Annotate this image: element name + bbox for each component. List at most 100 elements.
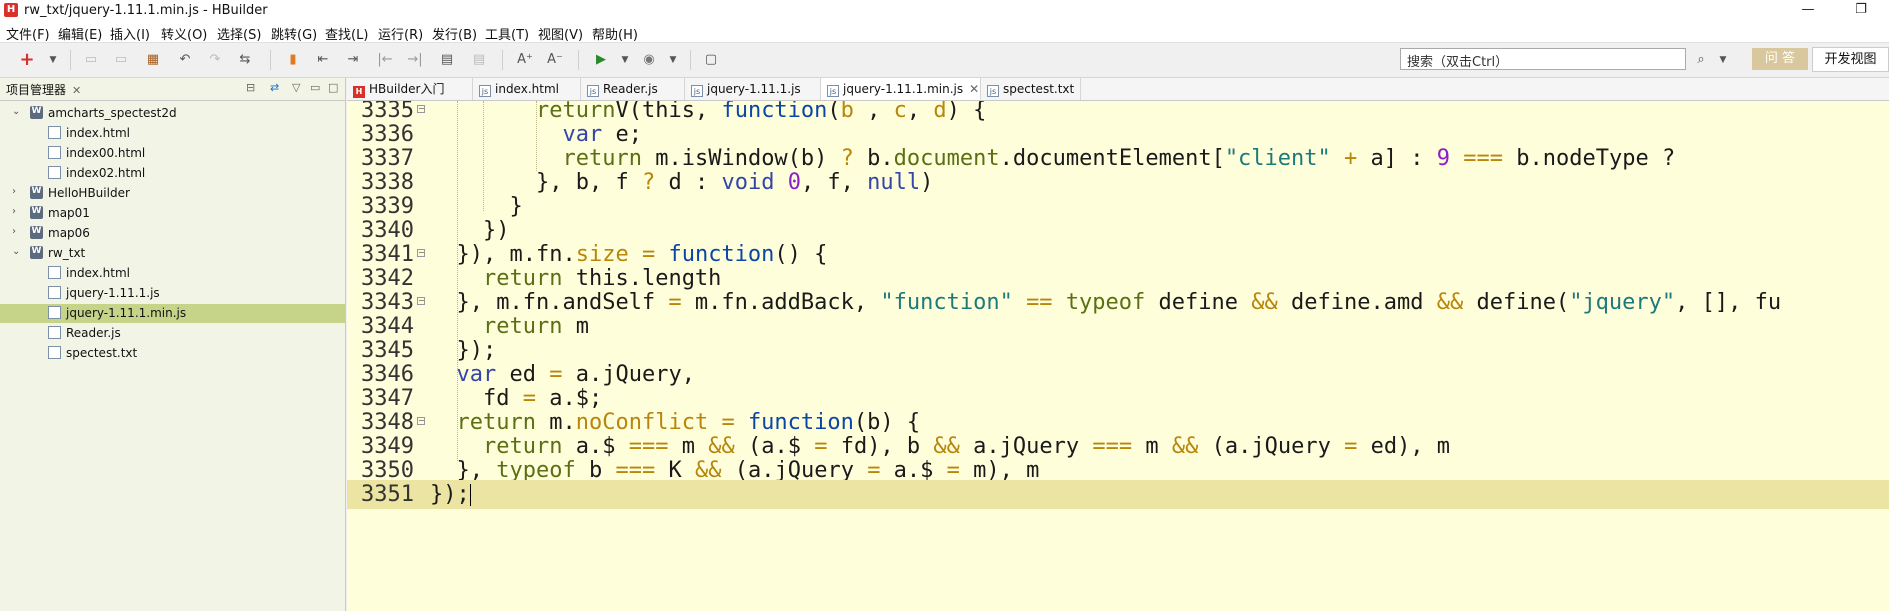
tree-file-item[interactable]: Reader.js: [0, 324, 345, 343]
close-icon[interactable]: ✕: [72, 84, 81, 97]
menu-goto[interactable]: 跳转(G): [271, 24, 317, 43]
chevron-down-icon[interactable]: ⌄: [12, 246, 22, 257]
view-menu-icon[interactable]: ▽: [292, 81, 300, 94]
menu-run[interactable]: 运行(R): [378, 24, 423, 43]
comment-icon[interactable]: ▤: [438, 51, 456, 69]
menu-escape[interactable]: 转义(O): [161, 24, 207, 43]
chevron-right-icon[interactable]: ›: [12, 186, 22, 197]
tree-item-label: spectest.txt: [66, 346, 138, 360]
editor-tab[interactable]: js index.html: [473, 78, 581, 100]
tree-file-item[interactable]: jquery-1.11.1.min.js: [0, 304, 345, 323]
chevron-down-icon[interactable]: ⌄: [12, 106, 22, 117]
fold-toggle-icon[interactable]: −: [417, 297, 425, 305]
tree-project-item[interactable]: › Wmap01: [0, 204, 345, 223]
editor-tab[interactable]: js Reader.js: [581, 78, 685, 100]
menu-tools[interactable]: 工具(T): [485, 24, 529, 43]
save-icon[interactable]: ▭: [82, 51, 100, 69]
tree-project-item[interactable]: ⌄ Wrw_txt: [0, 244, 345, 263]
tree-file-item[interactable]: index02.html: [0, 164, 345, 183]
indent-guide: [456, 101, 458, 461]
menu-file[interactable]: 文件(F): [6, 24, 50, 43]
toolbar-divider: [578, 50, 579, 70]
jump-end-icon[interactable]: →|: [406, 51, 424, 69]
feedback-icon[interactable]: ▢: [702, 51, 720, 69]
tree-item-label: map01: [48, 206, 90, 220]
toolbar-divider: [270, 50, 271, 70]
undo-icon[interactable]: ↶: [176, 51, 194, 69]
jump-start-icon[interactable]: |←: [376, 51, 394, 69]
font-increase-icon[interactable]: A⁺: [516, 51, 534, 69]
fold-toggle-icon[interactable]: −: [417, 249, 425, 257]
redo-icon[interactable]: ↷: [206, 51, 224, 69]
tree-project-item[interactable]: ⌄ Wamcharts_spectest2d: [0, 104, 345, 123]
tree-item-label: amcharts_spectest2d: [48, 106, 177, 120]
title-bar: H rw_txt/jquery-1.11.1.min.js - HBuilder…: [0, 0, 1889, 22]
collapse-all-icon[interactable]: ⊟: [246, 81, 255, 94]
maximize-panel-icon[interactable]: □: [328, 81, 338, 94]
font-decrease-icon[interactable]: A⁻: [546, 51, 564, 69]
maximize-button[interactable]: ❐: [1838, 0, 1884, 22]
minimize-panel-icon[interactable]: ▭: [310, 81, 320, 94]
fold-toggle-icon[interactable]: −: [417, 105, 425, 113]
search-dropdown-icon[interactable]: ▼: [1714, 51, 1732, 69]
menu-select[interactable]: 选择(S): [217, 24, 261, 43]
editor-tab[interactable]: js jquery-1.11.1.min.js ✕: [821, 78, 981, 100]
editor-tab[interactable]: js spectest.txt: [981, 78, 1081, 100]
tree-file-item[interactable]: index00.html: [0, 144, 345, 163]
next-bookmark-icon[interactable]: ⇥: [344, 51, 362, 69]
menu-help[interactable]: 帮助(H): [592, 24, 638, 43]
project-folder-icon: W: [30, 246, 43, 259]
tree-item-label: index00.html: [66, 146, 146, 160]
tree-project-item[interactable]: › Wmap06: [0, 224, 345, 243]
file-icon: js: [587, 85, 599, 97]
tree-item-label: jquery-1.11.1.js: [66, 286, 160, 300]
save-all-icon[interactable]: ▭: [112, 51, 130, 69]
menu-insert[interactable]: 插入(I): [110, 24, 150, 43]
editor-tab-label: Reader.js: [603, 82, 658, 96]
chevron-right-icon[interactable]: ›: [12, 206, 22, 217]
uncomment-icon[interactable]: ▤: [470, 51, 488, 69]
editor-tab[interactable]: js jquery-1.11.1.js: [685, 78, 821, 100]
file-icon: [48, 266, 61, 279]
tree-file-item[interactable]: jquery-1.11.1.js: [0, 284, 345, 303]
qa-button[interactable]: 问 答: [1752, 48, 1808, 70]
search-input[interactable]: 搜索（双击Ctrl）: [1400, 48, 1686, 70]
run-icon[interactable]: ▶: [592, 51, 610, 69]
tree-file-item[interactable]: index.html: [0, 124, 345, 143]
menu-edit[interactable]: 编辑(E): [58, 24, 102, 43]
editor-tab-label: index.html: [495, 82, 559, 96]
menu-publish[interactable]: 发行(B): [432, 24, 477, 43]
menu-bar: 文件(F) 编辑(E) 插入(I) 转义(O) 选择(S) 跳转(G) 查找(L…: [0, 22, 1889, 43]
browser-dropdown-icon[interactable]: ▼: [664, 51, 682, 69]
code-editor[interactable]: 3335− returnV(this, function(b , c, d) {3…: [347, 101, 1889, 611]
browser-icon[interactable]: ◉: [640, 51, 658, 69]
editor-tab-label: HBuilder入门: [369, 82, 445, 96]
search-icon[interactable]: ⌕: [1692, 51, 1710, 69]
prev-bookmark-icon[interactable]: ⇤: [314, 51, 332, 69]
hbuilder-logo-icon: H: [4, 3, 18, 17]
fold-toggle-icon[interactable]: −: [417, 417, 425, 425]
file-icon: [48, 346, 61, 359]
run-dropdown-icon[interactable]: ▼: [616, 51, 634, 69]
tree-file-item[interactable]: spectest.txt: [0, 344, 345, 363]
editor-tab[interactable]: H HBuilder入门: [347, 78, 473, 100]
window-title: rw_txt/jquery-1.11.1.min.js - HBuilder: [24, 3, 268, 18]
word-wrap-icon[interactable]: ⇆: [236, 51, 254, 69]
minimize-button[interactable]: —: [1785, 0, 1831, 22]
bookmark-icon[interactable]: ▮: [284, 51, 302, 69]
tree-project-item[interactable]: › W HelloHBuilder: [0, 184, 345, 203]
link-editor-icon[interactable]: ⇄: [270, 81, 279, 94]
project-manager-tab[interactable]: 项目管理器 ✕: [6, 81, 81, 101]
new-dropdown-icon[interactable]: ▼: [44, 51, 62, 69]
tree-file-item[interactable]: index.html: [0, 264, 345, 283]
file-icon: [48, 166, 61, 179]
menu-view[interactable]: 视图(V): [538, 24, 583, 43]
chevron-right-icon[interactable]: ›: [12, 226, 22, 237]
code-token: });: [430, 482, 470, 507]
dev-view-button[interactable]: 开发视图: [1812, 47, 1889, 72]
code-text: });: [430, 480, 471, 509]
close-icon[interactable]: ✕: [969, 82, 979, 96]
format-icon[interactable]: ▦: [144, 51, 162, 69]
menu-find[interactable]: 查找(L): [325, 24, 368, 43]
new-icon[interactable]: +: [18, 51, 36, 69]
